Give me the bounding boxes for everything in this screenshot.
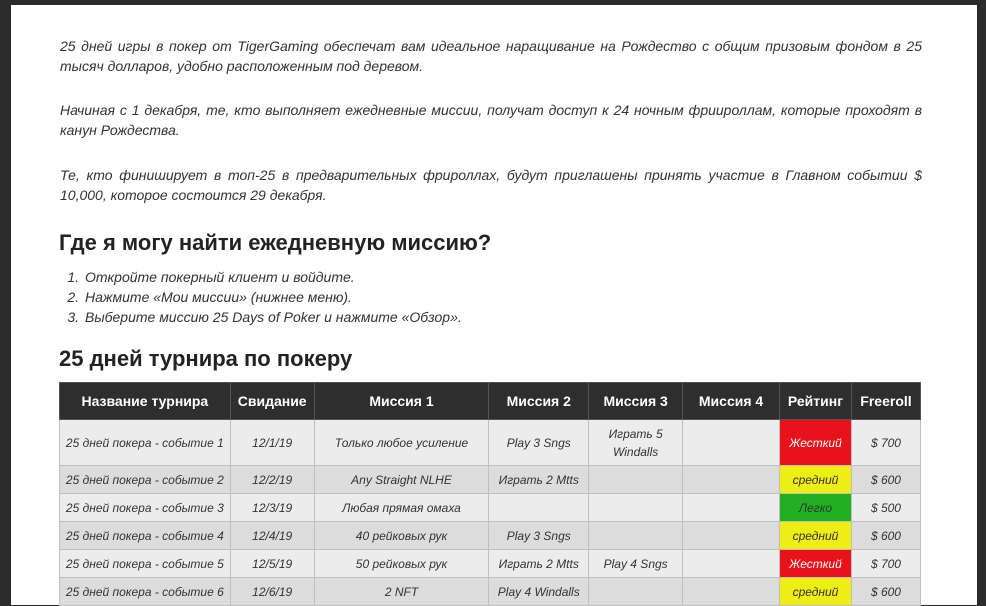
cell-mission-3 (588, 493, 684, 522)
table-heading: 25 дней турнира по покеру (59, 346, 353, 371)
intro-paragraph: 25 дней игры в покер от TigerGaming обес… (60, 38, 922, 74)
cell-name: 25 дней покера - событие 1 (59, 419, 231, 466)
col-header: Название турнира (59, 382, 231, 420)
col-header: Freeroll (850, 382, 922, 420)
cell-date: 12/1/19 (229, 419, 315, 466)
col-header: Свидание (229, 382, 315, 420)
cell-mission-3 (588, 577, 684, 606)
cell-mission-2: Играть 2 Mtts (488, 549, 590, 578)
cell-rating: Жесткий (778, 549, 852, 578)
col-header: Миссия 3 (588, 382, 684, 420)
cell-date: 12/2/19 (229, 465, 315, 494)
col-header: Миссия 2 (488, 382, 590, 420)
cell-mission-2: Играть 2 Mtts (488, 465, 590, 494)
table-row: 25 дней покера - событие 5 12/5/19 50 ре… (59, 549, 922, 578)
cell-rating: средний (778, 521, 852, 550)
cell-date: 12/5/19 (229, 549, 315, 578)
cell-rating: средний (778, 465, 852, 494)
col-header: Миссия 1 (313, 382, 490, 420)
cell-mission-4 (682, 493, 780, 522)
cell-name: 25 дней покера - событие 5 (59, 549, 231, 578)
missions-paragraph: Начиная с 1 декабря, те, кто выполняет е… (60, 102, 922, 138)
cell-rating: Легко (778, 493, 852, 522)
cell-name: 25 дней покера - событие 2 (59, 465, 231, 494)
step-item: Откройте покерный клиент и войдите. (83, 267, 462, 287)
cell-rating: средний (778, 577, 852, 606)
step-item: Нажмите «Мои миссии» (нижнее меню). (83, 287, 462, 307)
cell-freeroll: $ 600 (850, 465, 922, 494)
cell-freeroll: $ 600 (850, 577, 922, 606)
cell-name: 25 дней покера - событие 6 (59, 577, 231, 606)
cell-mission-2: Play 3 Sngs (488, 521, 590, 550)
cell-freeroll: $ 700 (850, 549, 922, 578)
cell-mission-1: 2 NFT (313, 577, 490, 606)
table-row: 25 дней покера - событие 3 12/3/19 Любая… (59, 493, 922, 522)
cell-mission-1: 40 рейковых рук (313, 521, 490, 550)
cell-mission-1: Any Straight NLHE (313, 465, 490, 494)
table-row: 25 дней покера - событие 2 12/2/19 Any S… (59, 465, 922, 494)
cell-mission-1: Только любое усиление (313, 419, 490, 466)
cell-date: 12/6/19 (229, 577, 315, 606)
cell-mission-2: Play 3 Sngs (488, 419, 590, 466)
cell-freeroll: $ 600 (850, 521, 922, 550)
cell-name: 25 дней покера - событие 3 (59, 493, 231, 522)
table-row: 25 дней покера - событие 4 12/4/19 40 ре… (59, 521, 922, 550)
cell-freeroll: $ 700 (850, 419, 922, 466)
tournament-table: Название турнира Свидание Миссия 1 Мисси… (59, 382, 922, 606)
cell-mission-4 (682, 549, 780, 578)
cell-mission-1: Любая прямая омаха (313, 493, 490, 522)
step-item: Выберите миссию 25 Days of Poker и нажми… (83, 307, 462, 327)
cell-date: 12/4/19 (229, 521, 315, 550)
cell-mission-2 (488, 493, 590, 522)
cell-mission-1: 50 рейковых рук (313, 549, 490, 578)
cell-mission-3: Play 4 Sngs (588, 549, 684, 578)
mission-heading: Где я могу найти ежедневную миссию? (59, 230, 492, 255)
col-header: Миссия 4 (682, 382, 780, 420)
steps-list: Откройте покерный клиент и войдите. Нажм… (59, 267, 462, 327)
article-page: 25 дней игры в покер от TigerGaming обес… (11, 5, 977, 606)
cell-date: 12/3/19 (229, 493, 315, 522)
table-row: 25 дней покера - событие 6 12/6/19 2 NFT… (59, 577, 922, 606)
cell-mission-4 (682, 521, 780, 550)
cell-mission-4 (682, 577, 780, 606)
table-header-row: Название турнира Свидание Миссия 1 Мисси… (59, 382, 922, 420)
cell-rating: Жесткий (778, 419, 852, 466)
cell-mission-3: Играть 5 Windalls (588, 419, 684, 466)
cell-mission-3 (588, 521, 684, 550)
col-header: Рейтинг (778, 382, 852, 420)
cell-freeroll: $ 500 (850, 493, 922, 522)
main-event-paragraph: Те, кто финиширует в топ-25 в предварите… (60, 167, 922, 203)
cell-mission-2: Play 4 Windalls (488, 577, 590, 606)
table-row: 25 дней покера - событие 1 12/1/19 Тольк… (59, 419, 922, 466)
cell-name: 25 дней покера - событие 4 (59, 521, 231, 550)
cell-mission-4 (682, 419, 780, 466)
cell-mission-4 (682, 465, 780, 494)
cell-mission-3 (588, 465, 684, 494)
